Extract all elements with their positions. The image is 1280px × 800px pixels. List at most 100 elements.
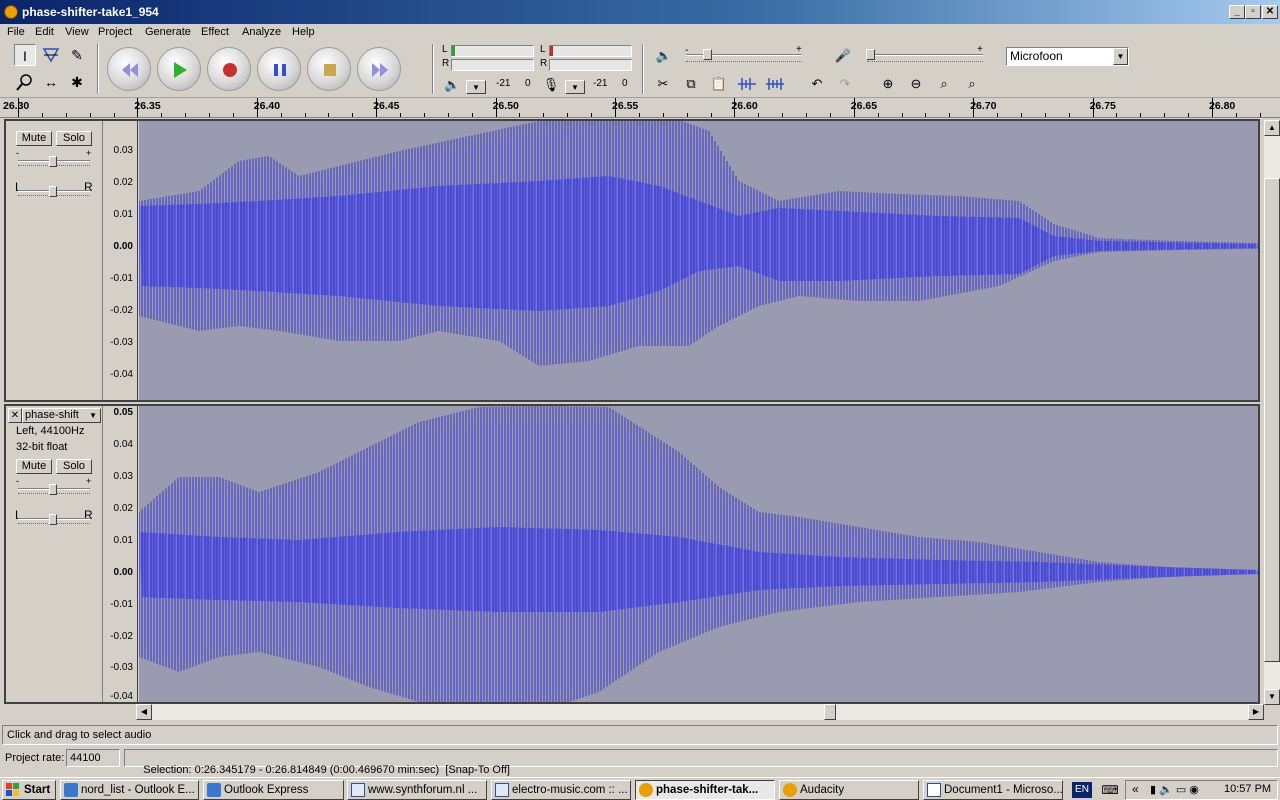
gain-slider-thumb[interactable] (49, 156, 57, 167)
menu-generate[interactable]: Generate (145, 26, 191, 38)
task-electro-music[interactable]: electro-music.com :: ... (491, 780, 631, 800)
menu-help[interactable]: Help (292, 26, 315, 38)
zoom-out-icon[interactable]: ⊖ (905, 73, 927, 95)
record-button[interactable] (207, 47, 251, 91)
track-name-menu[interactable]: phase-shift ▼ (22, 408, 101, 423)
play-button[interactable] (157, 47, 201, 91)
track-bitdepth-info: 32-bit float (16, 441, 68, 453)
tray-icons[interactable]: ▮ 🔈 ▭ ◉ (1150, 783, 1199, 796)
language-indicator[interactable]: EN (1072, 782, 1092, 798)
rec-meter-menu-button[interactable]: ▼ (565, 80, 585, 94)
menu-view[interactable]: View (65, 26, 89, 38)
ruler-tick (829, 113, 831, 117)
ruler-tick (1164, 113, 1166, 117)
outlook-icon (207, 783, 221, 797)
stop-button[interactable] (307, 47, 351, 91)
ruler-tick (304, 113, 306, 117)
selection-tool-icon[interactable]: I (14, 44, 36, 66)
keyboard-icon[interactable]: ⌨ (1100, 783, 1120, 797)
undo-icon[interactable]: ↶ (806, 73, 828, 95)
copy-icon[interactable]: ⧉ (680, 73, 702, 95)
pan-slider-thumb[interactable] (49, 514, 57, 525)
mute-button[interactable]: Mute (16, 131, 52, 146)
vruler-label: 0.02 (113, 177, 133, 188)
redo-icon[interactable]: ↷ (834, 73, 856, 95)
toolbar-divider (642, 44, 644, 94)
fit-project-icon[interactable]: ⌕ (961, 73, 983, 95)
play-meter-left (451, 45, 534, 57)
task-word-document[interactable]: Document1 - Microso... (923, 780, 1063, 800)
input-volume-slider[interactable] (867, 54, 983, 56)
multi-tool-icon[interactable]: ✱ (66, 71, 88, 93)
cut-icon[interactable]: ✂ (652, 73, 674, 95)
gain-slider-thumb[interactable] (49, 484, 57, 495)
play-meter-menu-button[interactable]: ▼ (466, 80, 486, 94)
vertical-scroll-thumb[interactable] (1264, 178, 1280, 662)
track-2-control-panel[interactable]: ✕ phase-shift ▼ Left, 44100Hz 32-bit flo… (6, 406, 103, 702)
mute-button[interactable]: Mute (16, 459, 52, 474)
output-volume-icon: 🔈 (655, 48, 673, 63)
skip-start-button[interactable] (107, 47, 151, 91)
close-button[interactable]: ✕ (1262, 5, 1278, 19)
scroll-up-icon[interactable]: ▲ (1264, 120, 1280, 136)
browser-icon (351, 783, 365, 797)
menu-analyze[interactable]: Analyze (242, 26, 281, 38)
task-synthforum[interactable]: www.synthforum.nl ... (347, 780, 487, 800)
ruler-tick (376, 98, 378, 117)
solo-button[interactable]: Solo (56, 459, 92, 474)
pause-button[interactable] (257, 47, 301, 91)
maximize-button[interactable]: ▫ (1245, 5, 1261, 19)
scroll-right-icon[interactable]: ▶ (1248, 704, 1264, 720)
input-device-select[interactable]: Microfoon ▼ (1006, 47, 1129, 66)
menu-edit[interactable]: Edit (35, 26, 54, 38)
vertical-scrollbar[interactable]: ▲ ▼ (1264, 120, 1280, 705)
draw-tool-icon[interactable]: ✎ (66, 44, 88, 66)
chevron-left-icon[interactable]: « (1132, 782, 1139, 796)
pan-slider-thumb[interactable] (49, 186, 57, 197)
title-bar[interactable]: phase-shifter-take1_954 _ ▫ ✕ (0, 0, 1280, 24)
project-rate-input[interactable]: 44100 (66, 749, 120, 767)
ruler-tick (758, 113, 760, 117)
envelope-tool-icon[interactable] (40, 44, 62, 66)
scroll-left-icon[interactable]: ◀ (136, 704, 152, 720)
ruler-tick (543, 113, 545, 117)
track-2-waveform[interactable] (139, 406, 1258, 702)
task-outlook-nord[interactable]: nord_list - Outlook E... (60, 780, 199, 800)
menu-effect[interactable]: Effect (201, 26, 229, 38)
track-1-control-panel[interactable]: Mute Solo - + L R (6, 121, 103, 400)
input-device-value: Microfoon (1010, 49, 1063, 63)
task-outlook-express[interactable]: Outlook Express (203, 780, 344, 800)
chevron-down-icon[interactable]: ▼ (1113, 48, 1128, 65)
horizontal-scroll-thumb[interactable] (824, 704, 836, 720)
vruler-label: -0.04 (110, 369, 133, 380)
trim-icon[interactable] (736, 73, 758, 95)
toolbar: I ✎ ↔ ✱ L R L R 🔈 ▼ -21 0 🎙 ▼ -21 0 🔈 - (0, 42, 1280, 98)
timeline-ruler[interactable]: 26.30 26.35 26.40 26.45 26.50 26.55 26.60 26.65… (0, 98, 1280, 118)
close-track-button[interactable]: ✕ (8, 408, 22, 423)
scroll-down-icon[interactable]: ▼ (1264, 689, 1280, 705)
fit-selection-icon[interactable]: ⌕ (933, 73, 955, 95)
horizontal-scrollbar[interactable]: ◀ ▶ (136, 704, 1264, 720)
ruler-tick (161, 113, 163, 117)
microphone-icon: 🎙 (542, 77, 560, 92)
output-volume-thumb[interactable] (703, 49, 712, 60)
start-button[interactable]: Start (2, 780, 56, 800)
ruler-tick (1140, 113, 1142, 117)
menu-file[interactable]: File (7, 26, 25, 38)
status-hint: Click and drag to select audio (7, 729, 152, 741)
minimize-button[interactable]: _ (1229, 5, 1245, 19)
task-audacity[interactable]: Audacity (779, 780, 919, 800)
paste-icon[interactable]: 📋 (708, 73, 730, 95)
word-icon (927, 783, 941, 797)
input-volume-thumb[interactable] (866, 49, 875, 60)
waveform-graphic (139, 121, 1258, 366)
timeshift-tool-icon[interactable]: ↔ (40, 71, 62, 93)
track-1-waveform[interactable] (139, 121, 1258, 400)
zoom-tool-icon[interactable] (14, 71, 36, 93)
silence-icon[interactable] (764, 73, 786, 95)
solo-button[interactable]: Solo (56, 131, 92, 146)
skip-end-button[interactable] (357, 47, 401, 91)
menu-project[interactable]: Project (98, 26, 132, 38)
task-phase-shifter[interactable]: phase-shifter-tak... (635, 780, 775, 800)
zoom-in-icon[interactable]: ⊕ (877, 73, 899, 95)
